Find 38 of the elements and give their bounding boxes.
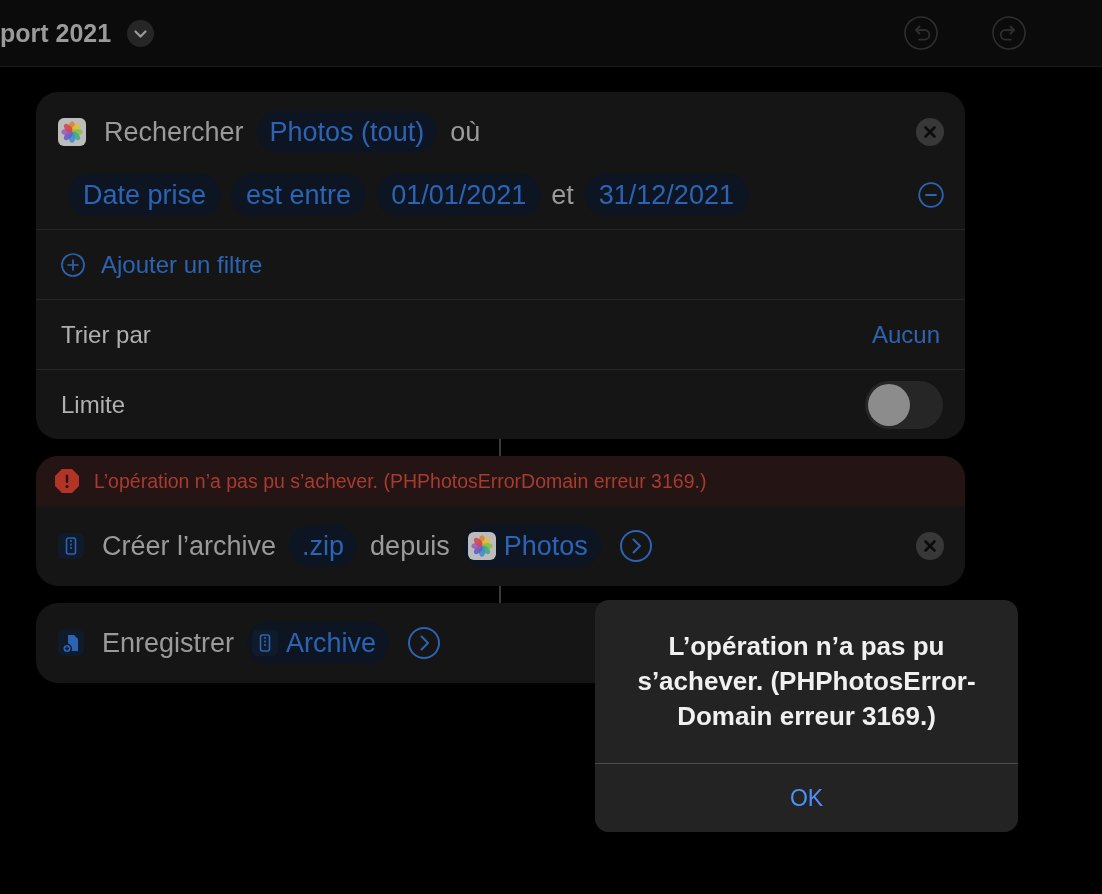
parameter-token[interactable]: 31/12/2021	[583, 174, 749, 216]
close-icon[interactable]	[916, 118, 944, 146]
document-save-icon	[58, 630, 84, 656]
variable-token[interactable]: Archive	[247, 622, 390, 664]
option-label: Limite	[61, 390, 126, 419]
action-text: Rechercher	[104, 116, 244, 148]
variable-token[interactable]: Photos	[462, 525, 601, 567]
error-message: L’opération n’a pas pu s’achever. (PHPhotosErrorDomain erreur 3169.)	[94, 469, 707, 493]
parameter-token[interactable]: 01/01/2021	[376, 174, 542, 216]
action-text: Enregistrer	[102, 627, 235, 659]
action-text: Créer l’archive	[102, 530, 277, 562]
option-value[interactable]: Aucun	[871, 320, 940, 349]
action-text: et	[551, 179, 574, 211]
zip-archive-icon	[252, 630, 279, 656]
minus-circle-icon[interactable]	[918, 182, 944, 208]
parameter-token[interactable]: .zip	[289, 525, 358, 567]
option-label: Trier par	[61, 320, 151, 349]
ok-button[interactable]: OK	[595, 763, 1018, 832]
photos-app-icon	[467, 532, 496, 560]
photos-app-icon	[58, 118, 86, 146]
parameter-token[interactable]: est entre	[231, 174, 367, 216]
plus-circle-icon	[61, 252, 85, 277]
chevron-right-circle-icon[interactable]	[408, 627, 441, 659]
zip-archive-icon	[58, 533, 84, 559]
connector-line	[499, 586, 501, 603]
alert-message: L’opération n’a pas pu s’achever. (PHPhotosError-Domain erreur 3169.)	[636, 630, 977, 733]
shortcut-title: port 2021	[0, 18, 112, 48]
parameter-token[interactable]: Date prise	[68, 174, 222, 216]
parameter-token[interactable]: Photos (tout)	[256, 111, 438, 153]
error-octagon-icon	[55, 469, 79, 493]
close-icon[interactable]	[916, 532, 944, 560]
connector-line	[499, 439, 501, 456]
chevron-down-icon[interactable]	[127, 19, 155, 47]
chevron-right-circle-icon[interactable]	[619, 530, 652, 562]
action-text: où	[450, 116, 481, 148]
add-filter-button[interactable]: Ajouter un filtre	[61, 250, 263, 279]
action-text: depuis	[370, 530, 450, 562]
toggle-switch[interactable]	[865, 380, 943, 429]
